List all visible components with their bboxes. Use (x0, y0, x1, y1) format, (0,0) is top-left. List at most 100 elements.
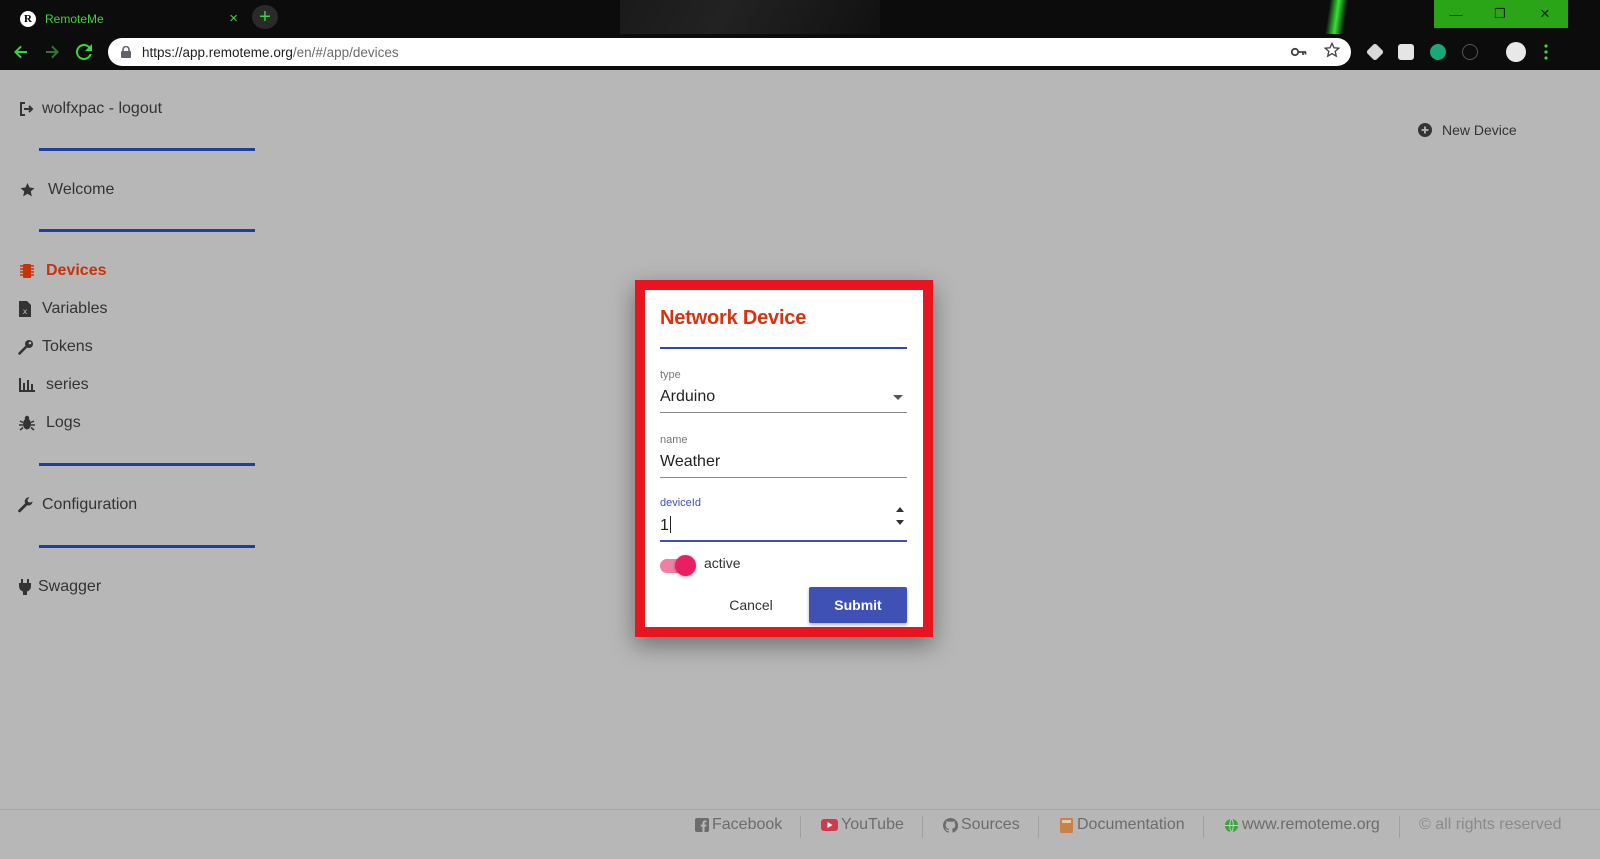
plus-circle-icon (1418, 123, 1432, 137)
footer-link-label: Documentation (1077, 816, 1185, 833)
sidebar-divider (39, 463, 255, 466)
address-bar[interactable]: https://app.remoteme.org/en/#/app/device… (108, 38, 1351, 66)
extension-tb-icon[interactable] (1398, 44, 1414, 60)
wrench-icon (18, 496, 34, 514)
browser-tab[interactable]: R RemoteMe × (8, 4, 248, 34)
sidebar-item-series[interactable]: series (18, 376, 89, 394)
svg-text:x: x (23, 307, 28, 316)
number-spinner[interactable] (894, 507, 906, 525)
dialog-title-underline (660, 347, 907, 349)
star-icon (18, 181, 36, 199)
titlebar-decoration (1318, 0, 1350, 34)
logout-link[interactable]: wolfxpac - logout (18, 100, 162, 118)
footer: Facebook YouTube Sources Documentation w… (0, 809, 1600, 859)
footer-link-label: Sources (961, 816, 1020, 833)
extension-cube-icon[interactable] (1365, 42, 1385, 62)
menu-dots-icon[interactable] (1543, 44, 1549, 60)
minimize-button[interactable]: — (1434, 0, 1478, 28)
dialog-title: Network Device (660, 307, 807, 329)
spinner-down-icon[interactable] (896, 520, 904, 525)
footer-link-documentation[interactable]: Documentation (1059, 816, 1185, 834)
sidebar-item-logs[interactable]: Logs (18, 414, 81, 432)
url-host: https://app.remoteme.org (142, 44, 293, 60)
footer-separator (922, 816, 923, 838)
footer-separator (1038, 816, 1039, 838)
profile-avatar[interactable] (1506, 42, 1526, 62)
type-label: type (660, 369, 681, 381)
deviceid-input[interactable]: 1 (660, 516, 671, 535)
dialog-highlight: Network Device type Arduino name Weather… (635, 280, 933, 637)
chevron-down-icon[interactable] (893, 395, 903, 400)
spinner-up-icon[interactable] (896, 507, 904, 512)
sidebar-item-welcome[interactable]: Welcome (18, 181, 114, 199)
footer-link-website[interactable]: www.remoteme.org (1224, 816, 1380, 834)
footer-link-sources[interactable]: Sources (943, 816, 1020, 834)
name-input[interactable]: Weather (660, 453, 720, 471)
facebook-icon (694, 818, 709, 833)
youtube-icon (821, 818, 838, 833)
sign-out-icon (18, 100, 36, 118)
variable-file-icon: x (18, 300, 32, 318)
cancel-button[interactable]: Cancel (713, 587, 789, 623)
footer-separator (1203, 816, 1204, 838)
tab-close-icon[interactable]: × (229, 10, 238, 27)
sidebar-item-devices[interactable]: Devices (18, 262, 107, 280)
copyright-text: © all rights reserved (1419, 816, 1562, 833)
browser-toolbar: https://app.remoteme.org/en/#/app/device… (0, 34, 1600, 70)
sidebar-item-label: Configuration (42, 496, 138, 513)
key-icon (18, 338, 34, 356)
reload-icon[interactable] (72, 40, 96, 64)
sidebar: wolfxpac - logout Welcome Devices x Vari… (0, 70, 280, 810)
bar-chart-icon (18, 376, 36, 394)
close-window-button[interactable]: ✕ (1522, 0, 1568, 28)
sidebar-divider (39, 148, 255, 151)
extension-grammarly-icon[interactable] (1430, 44, 1446, 60)
deviceid-label: deviceId (660, 497, 701, 509)
name-label: name (660, 434, 688, 446)
footer-separator (800, 816, 801, 838)
name-underline (660, 477, 907, 478)
sidebar-item-variables[interactable]: x Variables (18, 300, 108, 318)
globe-icon (1224, 818, 1239, 833)
footer-link-youtube[interactable]: YouTube (821, 816, 904, 834)
sidebar-item-tokens[interactable]: Tokens (18, 338, 93, 356)
key-icon[interactable] (1290, 44, 1307, 60)
sidebar-item-configuration[interactable]: Configuration (18, 496, 137, 514)
sidebar-item-label: series (46, 376, 89, 393)
type-select[interactable]: Arduino (660, 388, 715, 406)
book-icon (1059, 817, 1074, 833)
sidebar-item-label: Swagger (38, 578, 102, 595)
footer-separator (1399, 816, 1400, 838)
active-label: active (704, 555, 741, 571)
forward-icon[interactable] (40, 40, 64, 64)
new-device-label: New Device (1442, 122, 1517, 138)
sidebar-divider (39, 545, 255, 548)
toggle-thumb[interactable] (675, 555, 696, 576)
url-path: /en/#/app/devices (292, 44, 399, 60)
maximize-button[interactable]: ❐ (1478, 0, 1522, 28)
plug-icon (18, 578, 32, 596)
active-toggle[interactable] (660, 553, 696, 577)
new-device-button[interactable]: New Device (1418, 122, 1517, 138)
footer-link-label: YouTube (841, 816, 904, 833)
chip-icon (18, 262, 36, 280)
text-cursor (669, 516, 671, 533)
footer-link-facebook[interactable]: Facebook (694, 816, 782, 834)
titlebar-background (620, 0, 880, 34)
lock-icon (120, 46, 132, 58)
extension-blocked-icon[interactable] (1462, 44, 1478, 60)
sidebar-divider (39, 229, 255, 232)
url-text: https://app.remoteme.org/en/#/app/device… (142, 45, 399, 60)
new-tab-button[interactable]: + (252, 5, 278, 29)
sidebar-item-label: Devices (46, 262, 107, 279)
bookmark-star-icon[interactable] (1323, 41, 1341, 61)
sidebar-item-label: Variables (42, 300, 108, 317)
sidebar-item-label: Logs (46, 414, 81, 431)
footer-link-label: www.remoteme.org (1242, 816, 1380, 833)
submit-button[interactable]: Submit (809, 587, 907, 623)
sidebar-item-label: Tokens (42, 338, 93, 355)
sidebar-item-label: Welcome (48, 181, 115, 198)
back-icon[interactable] (9, 40, 33, 64)
sidebar-item-swagger[interactable]: Swagger (18, 578, 101, 596)
deviceid-underline (660, 540, 907, 542)
